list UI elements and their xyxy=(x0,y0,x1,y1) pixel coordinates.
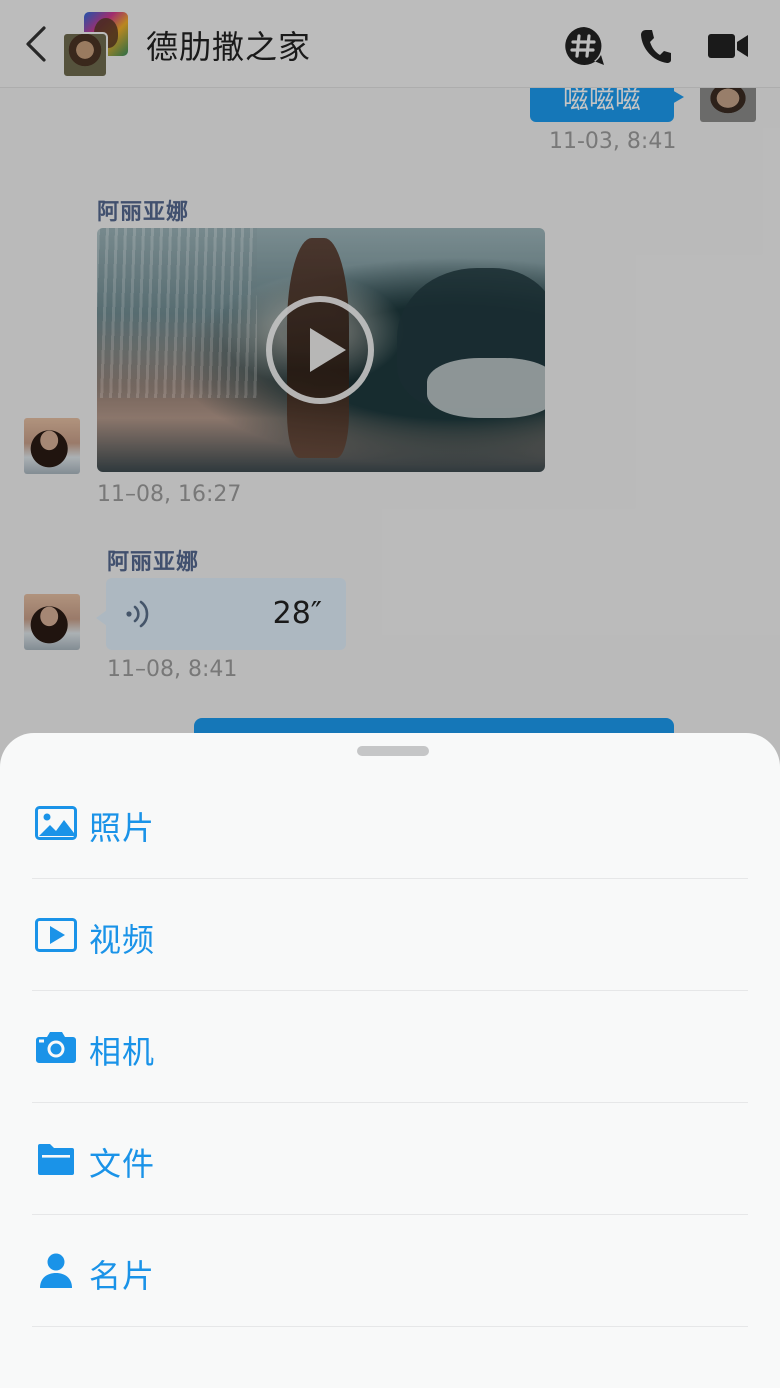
menu-item-label: 文件 xyxy=(89,1145,156,1183)
attachment-sheet: 照片 视频 相机 文件 名片 xyxy=(0,733,780,1388)
image-icon xyxy=(35,806,77,840)
menu-item-file[interactable]: 文件 xyxy=(32,1103,748,1215)
contact-card-icon xyxy=(40,1253,72,1288)
attachment-menu: 照片 视频 相机 文件 名片 xyxy=(32,767,748,1327)
menu-item-camera[interactable]: 相机 xyxy=(32,991,748,1103)
folder-icon xyxy=(38,1144,74,1175)
menu-item-photo[interactable]: 照片 xyxy=(32,767,748,879)
chat-screen: 德肋撒之家 嗞嗞嗞 11-03, 8:41 阿丽亚娜 11–08, 16:27 … xyxy=(0,0,780,1388)
video-file-icon xyxy=(35,918,77,952)
menu-item-label: 视频 xyxy=(89,921,156,959)
menu-item-label: 相机 xyxy=(89,1033,156,1071)
menu-item-label: 照片 xyxy=(89,809,156,847)
camera-icon xyxy=(36,1032,76,1063)
sheet-drag-handle[interactable] xyxy=(357,746,429,756)
menu-item-video[interactable]: 视频 xyxy=(32,879,748,991)
menu-item-label: 名片 xyxy=(89,1257,156,1295)
menu-item-contact-card[interactable]: 名片 xyxy=(32,1215,748,1327)
